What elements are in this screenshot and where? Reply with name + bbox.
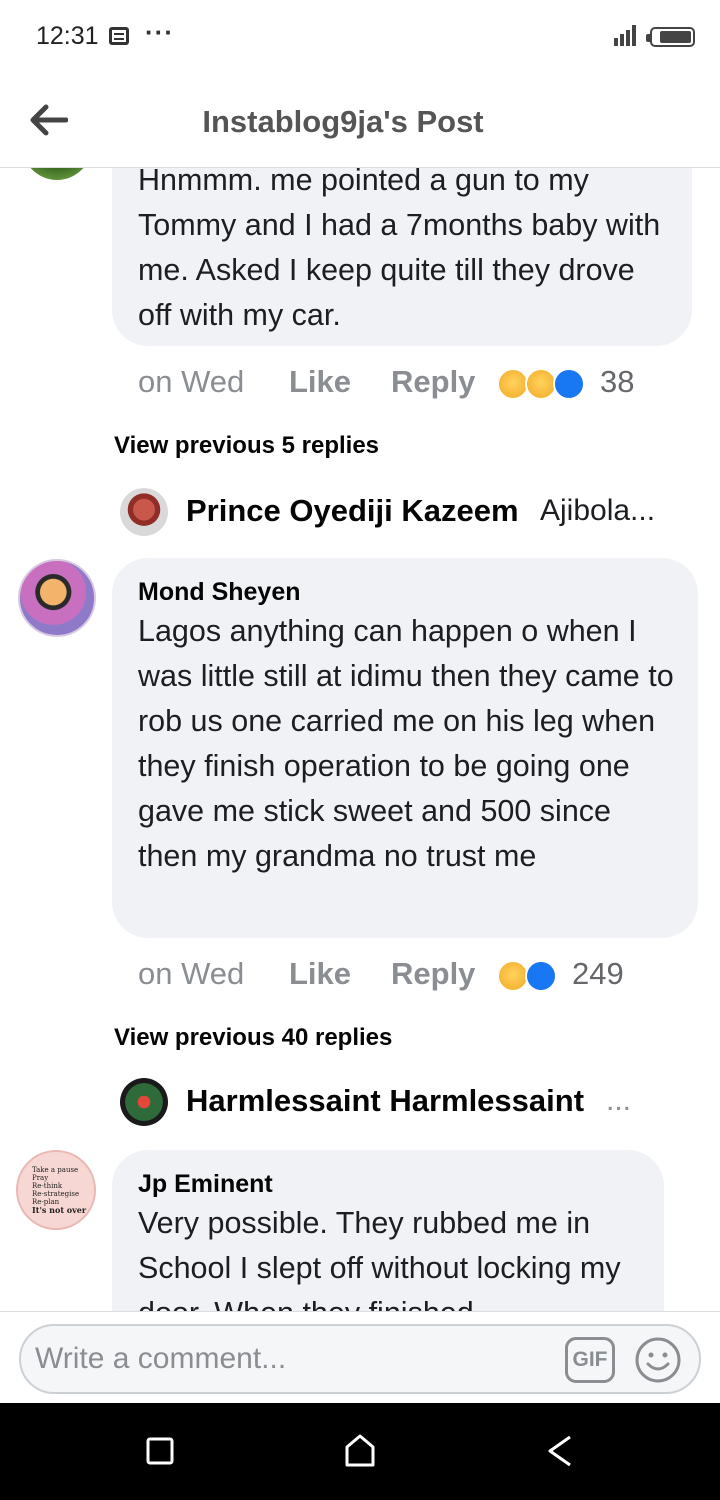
comment-text: Very possible. They rubbed me in School … <box>138 1206 621 1311</box>
comment-input[interactable]: Write a comment... GIF <box>19 1324 701 1394</box>
emoji-icon[interactable] <box>634 1336 682 1384</box>
notification-doc-icon <box>109 27 129 45</box>
square-recents-icon[interactable] <box>140 1431 180 1471</box>
comment-author: Jp Eminent <box>138 1170 273 1198</box>
latest-reply-preview[interactable]: Harmlessaint Harmlessaint ... <box>120 1078 680 1128</box>
comment-actions: on Wed Like Reply 38 <box>138 364 698 404</box>
more-notifications-icon: ··· <box>145 17 174 47</box>
avatar-caption: It's not over <box>32 1205 87 1215</box>
reaction-count: 249 <box>572 956 624 991</box>
avatar-caption: Take a pause <box>32 1166 79 1174</box>
post-header: Instablog9ja's Post <box>0 72 720 168</box>
system-nav-bar <box>0 1403 720 1500</box>
page-title: Instablog9ja's Post <box>202 104 484 139</box>
comment-author: Mond Sheyen <box>138 578 301 606</box>
back-triangle-icon[interactable] <box>540 1431 580 1471</box>
comment-input-placeholder: Write a comment... <box>35 1342 287 1375</box>
like-reaction-icon <box>525 960 557 992</box>
like-reaction-icon <box>553 368 585 400</box>
status-bar: 12:31 ··· <box>0 0 720 72</box>
like-button[interactable]: Like <box>289 956 351 992</box>
gif-icon[interactable]: GIF <box>565 1337 615 1383</box>
reply-snippet: ... <box>606 1084 632 1117</box>
like-button[interactable]: Like <box>289 364 351 400</box>
avatar[interactable] <box>20 168 94 180</box>
comment-bubble[interactable]: Jp Eminent Very possible. They rubbed me… <box>112 1150 664 1311</box>
avatar-caption: Re-strategise <box>32 1190 80 1198</box>
comment-time: on Wed <box>138 364 245 399</box>
home-circle-icon[interactable] <box>340 1431 380 1471</box>
avatar-caption: Pray <box>32 1174 49 1182</box>
reply-author: Prince Oyediji Kazeem <box>186 493 519 528</box>
reply-button[interactable]: Reply <box>391 364 475 400</box>
signal-icon <box>614 24 642 46</box>
comment-bubble[interactable]: Hnmmm. me pointed a gun to my Tommy and … <box>112 168 692 346</box>
reply-snippet: Ajibola... <box>540 494 656 527</box>
reply-author: Harmlessaint Harmlessaint <box>186 1083 585 1118</box>
avatar-caption: Re-think <box>32 1182 63 1190</box>
view-previous-replies[interactable]: View previous 40 replies <box>114 1024 392 1052</box>
reaction-count: 38 <box>600 364 635 399</box>
avatar <box>120 1078 168 1126</box>
comment-text: Hnmmm. me pointed a gun to my Tommy and … <box>138 168 661 332</box>
comment-bubble[interactable]: Mond Sheyen Lagos anything can happen o … <box>112 558 698 938</box>
latest-reply-preview[interactable]: Prince Oyediji Kazeem Ajibola... <box>120 488 680 538</box>
avatar[interactable] <box>18 559 96 637</box>
reply-button[interactable]: Reply <box>391 956 475 992</box>
battery-icon <box>646 27 695 47</box>
comment-actions: on Wed Like Reply 249 <box>138 956 698 996</box>
view-previous-replies[interactable]: View previous 5 replies <box>114 432 379 460</box>
comments-feed[interactable]: Hnmmm. me pointed a gun to my Tommy and … <box>0 168 720 1311</box>
status-time: 12:31 <box>36 22 99 50</box>
avatar[interactable]: Take a pause Pray Re-think Re-strategise… <box>16 1150 96 1230</box>
comment-composer: Write a comment... GIF <box>0 1311 720 1403</box>
comment-time: on Wed <box>138 956 245 991</box>
avatar <box>120 488 168 536</box>
comment-text: Lagos anything can happen o when I was l… <box>138 614 674 873</box>
